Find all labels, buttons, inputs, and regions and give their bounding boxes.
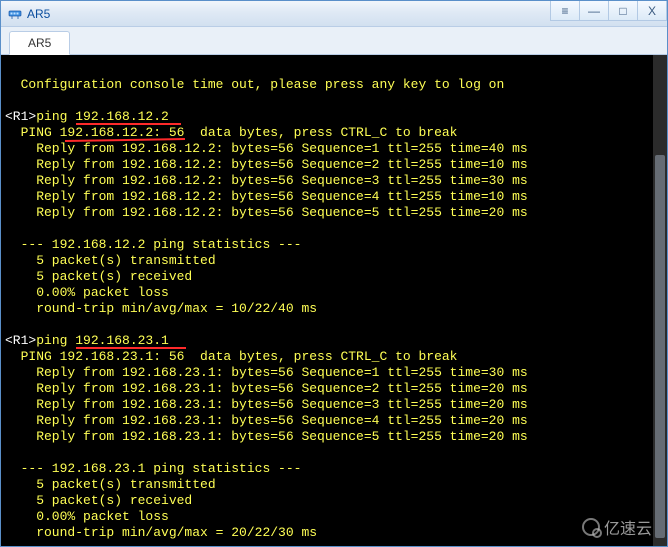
network-device-icon	[7, 6, 23, 22]
prompt-cmd: ping 192.168.23.1	[36, 333, 169, 348]
ping-reply: Reply from 192.168.12.2: bytes=56 Sequen…	[5, 141, 528, 156]
scrollbar-vertical[interactable]	[653, 55, 667, 546]
menu-icon: ≡	[561, 4, 568, 18]
prompt-cmd: ping 192.168.12.2	[36, 109, 169, 124]
ping-reply: Reply from 192.168.12.2: bytes=56 Sequen…	[5, 173, 528, 188]
prompt-host: <R1>	[5, 109, 36, 124]
stats-header: --- 192.168.23.1 ping statistics ---	[5, 461, 301, 476]
minimize-icon: —	[588, 4, 600, 18]
menu-button[interactable]: ≡	[550, 1, 580, 21]
minimize-button[interactable]: —	[579, 1, 609, 21]
stats-line: round-trip min/avg/max = 10/22/40 ms	[5, 301, 317, 316]
scrollbar-thumb[interactable]	[655, 155, 665, 538]
stats-line: 5 packet(s) transmitted	[5, 253, 216, 268]
ping-reply: Reply from 192.168.23.1: bytes=56 Sequen…	[5, 413, 528, 428]
maximize-button[interactable]: □	[608, 1, 638, 21]
prompt-host: <R1>	[5, 333, 36, 348]
title-left: AR5	[1, 6, 50, 22]
ping-reply: Reply from 192.168.23.1: bytes=56 Sequen…	[5, 397, 528, 412]
ping-reply: Reply from 192.168.23.1: bytes=56 Sequen…	[5, 429, 528, 444]
maximize-icon: □	[619, 4, 626, 18]
stats-header: --- 192.168.12.2 ping statistics ---	[5, 237, 301, 252]
tabstrip: AR5	[1, 27, 667, 55]
close-icon: X	[648, 4, 656, 18]
titlebar[interactable]: AR5 ≡ — □ X	[1, 1, 667, 27]
stats-line: 0.00% packet loss	[5, 509, 169, 524]
stats-line: 0.00% packet loss	[5, 285, 169, 300]
terminal-content: Configuration console time out, please p…	[1, 55, 667, 546]
ping-reply: Reply from 192.168.23.1: bytes=56 Sequen…	[5, 365, 528, 380]
ping-reply: Reply from 192.168.12.2: bytes=56 Sequen…	[5, 189, 528, 204]
ping-header: PING 192.168.12.2: 56 data bytes, press …	[5, 125, 457, 140]
tab-ar5[interactable]: AR5	[9, 31, 70, 55]
stats-line: round-trip min/avg/max = 20/22/30 ms	[5, 525, 317, 540]
tab-label: AR5	[28, 36, 51, 50]
term-line: Configuration console time out, please p…	[5, 77, 504, 92]
ping-reply: Reply from 192.168.12.2: bytes=56 Sequen…	[5, 157, 528, 172]
terminal[interactable]: Configuration console time out, please p…	[1, 55, 667, 546]
stats-line: 5 packet(s) received	[5, 493, 192, 508]
ping-header: PING 192.168.23.1: 56 data bytes, press …	[5, 349, 457, 364]
window-title: AR5	[27, 7, 50, 21]
app-window: AR5 ≡ — □ X AR5 Configuration console ti…	[0, 0, 668, 547]
stats-line: 5 packet(s) transmitted	[5, 477, 216, 492]
ping-reply: Reply from 192.168.12.2: bytes=56 Sequen…	[5, 205, 528, 220]
close-button[interactable]: X	[637, 1, 667, 21]
stats-line: 5 packet(s) received	[5, 269, 192, 284]
ping-reply: Reply from 192.168.23.1: bytes=56 Sequen…	[5, 381, 528, 396]
window-controls: ≡ — □ X	[551, 1, 667, 21]
